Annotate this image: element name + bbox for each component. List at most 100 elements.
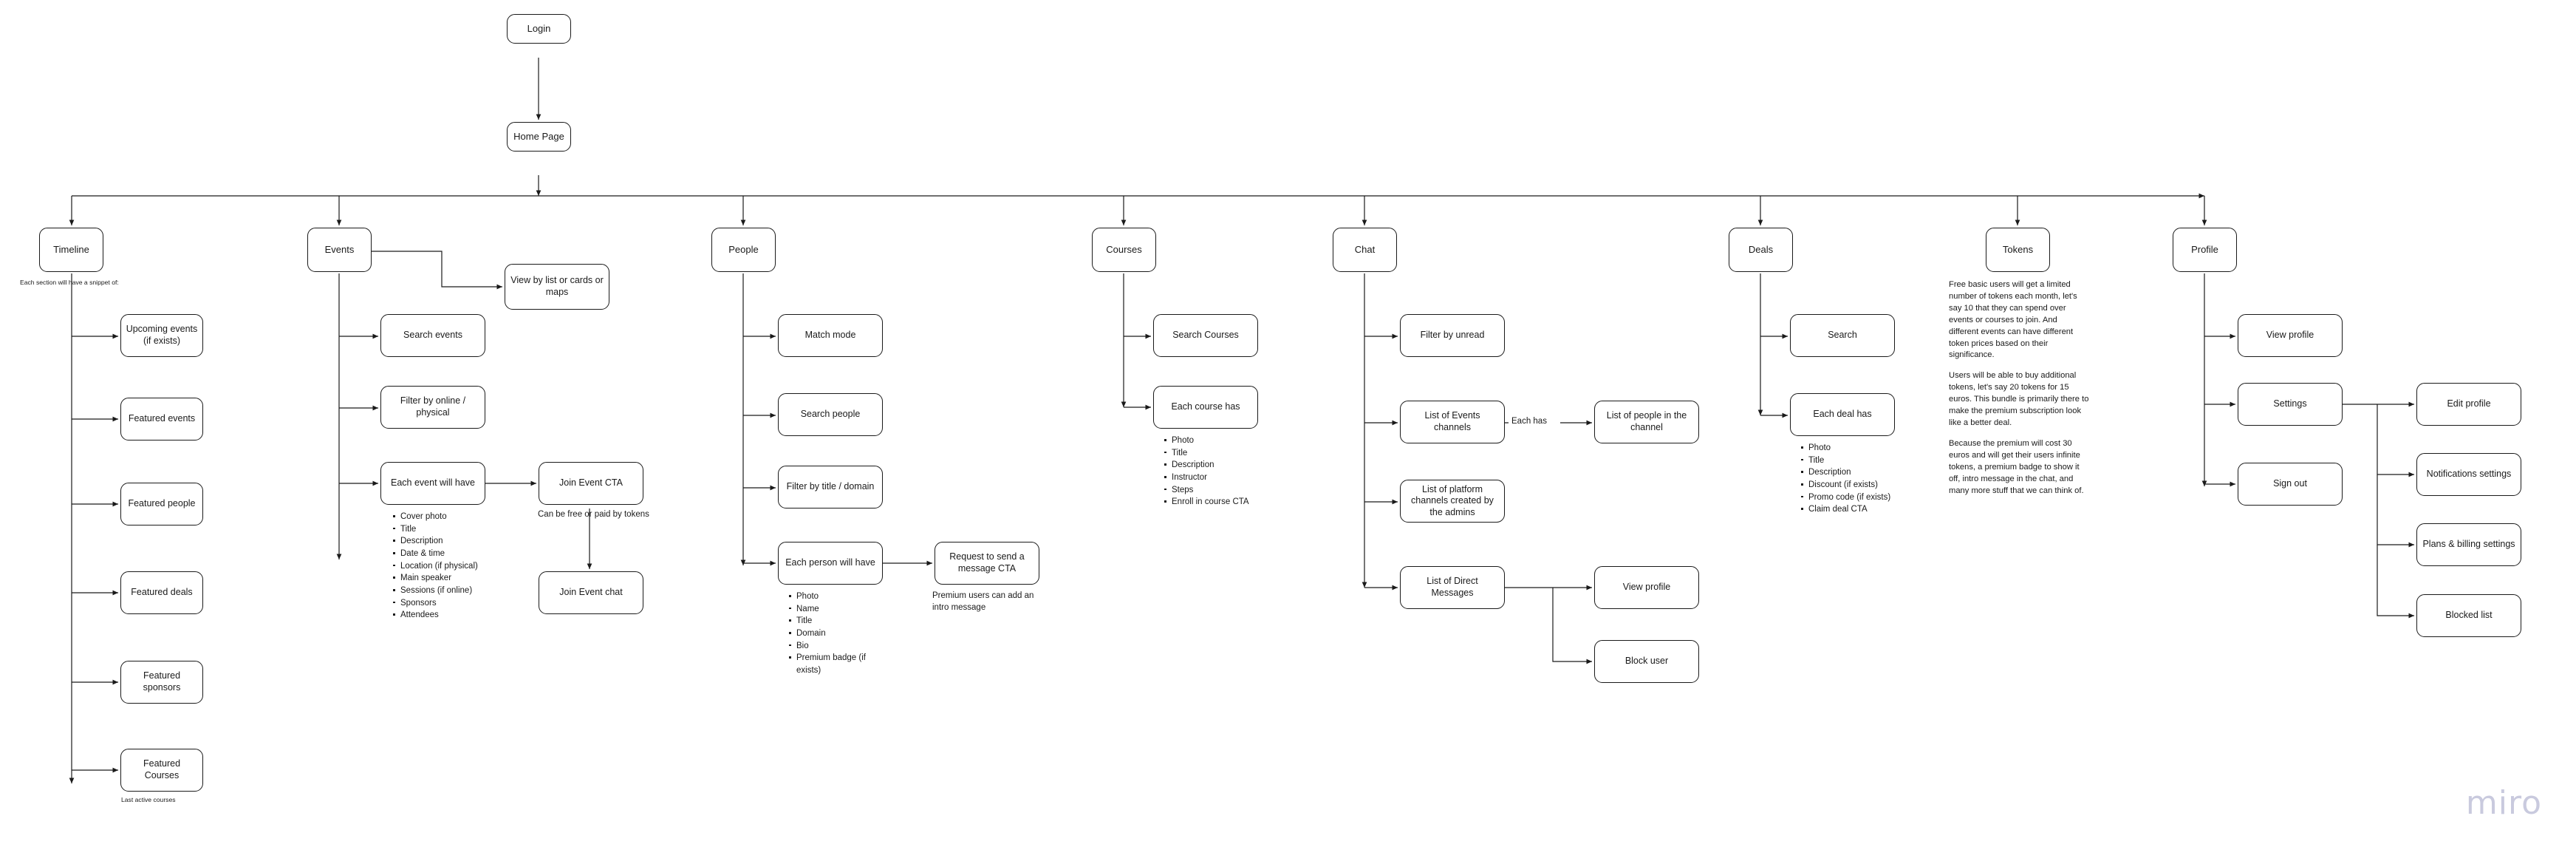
node-login[interactable]: Login [507,14,571,44]
node-plans-billing-settings-label: Plans & billing settings [2422,539,2515,550]
node-people-in-channel[interactable]: List of people in the channel [1594,401,1699,443]
list-item: Bio [789,640,872,653]
node-each-event[interactable]: Each event will have [380,462,485,505]
list-item: Photo [1801,442,1938,455]
node-join-event-chat[interactable]: Join Event chat [539,571,643,614]
node-search-courses-label: Search Courses [1172,330,1239,341]
node-plans-billing-settings[interactable]: Plans & billing settings [2416,523,2521,566]
node-events[interactable]: Events [307,228,372,272]
node-request-message-cta[interactable]: Request to send a message CTA [935,542,1039,585]
each-deal-bullets: Photo Title Description Discount (if exi… [1797,442,1938,516]
node-search-deals[interactable]: Search [1790,314,1895,357]
list-item: Title [393,523,537,536]
node-direct-messages[interactable]: List of Direct Messages [1400,566,1505,609]
list-item: Sessions (if online) [393,585,537,597]
node-deals-label: Deals [1748,243,1774,255]
node-each-person[interactable]: Each person will have [778,542,883,585]
node-sign-out[interactable]: Sign out [2238,463,2343,506]
node-courses[interactable]: Courses [1092,228,1156,272]
node-view-modes-label: View by list or cards or maps [510,275,604,297]
node-chat-view-profile[interactable]: View profile [1594,566,1699,609]
node-search-events-label: Search events [403,330,462,341]
list-item: Title [789,615,872,627]
node-featured-sponsors[interactable]: Featured sponsors [120,661,203,704]
node-join-event-cta[interactable]: Join Event CTA [539,462,643,505]
list-item: Photo [1164,435,1301,447]
node-filter-unread[interactable]: Filter by unread [1400,314,1505,357]
node-search-people-label: Search people [800,409,861,420]
each-course-bullet-list: Photo Title Description Instructor Steps… [1161,435,1301,508]
list-item: Location (if physical) [393,560,537,573]
node-featured-events[interactable]: Featured events [120,398,203,440]
node-view-modes[interactable]: View by list or cards or maps [505,264,609,310]
miro-watermark: miro [2465,784,2542,822]
list-item: Cover photo [393,511,537,523]
node-block-user[interactable]: Block user [1594,640,1699,683]
node-filter-events[interactable]: Filter by online / physical [380,386,485,429]
node-tokens-label: Tokens [2002,243,2034,255]
tokens-paragraph: Free basic users will get a limited numb… [1949,280,2077,360]
node-filter-people[interactable]: Filter by title / domain [778,466,883,508]
node-featured-people[interactable]: Featured people [120,483,203,525]
node-each-course[interactable]: Each course has [1153,386,1258,429]
node-settings[interactable]: Settings [2238,383,2343,426]
node-edit-profile[interactable]: Edit profile [2416,383,2521,426]
node-home-page[interactable]: Home Page [507,122,571,152]
join-cta-note: Can be free or paid by tokens [538,510,649,519]
node-join-event-cta-label: Join Event CTA [559,477,623,489]
each-person-bullets: Photo Name Title Domain Bio Premium badg… [785,591,872,677]
node-deals[interactable]: Deals [1729,228,1793,272]
node-chat-label: Chat [1354,243,1376,255]
list-item: Steps [1164,484,1301,497]
node-search-people[interactable]: Search people [778,393,883,436]
request-cta-note: Premium users can add an intro message [932,591,1034,612]
node-search-courses[interactable]: Search Courses [1153,314,1258,357]
list-item: Name [789,603,872,616]
list-item: Description [393,535,537,548]
tokens-paragraph: Because the premium will cost 30 euros a… [1949,438,2084,495]
node-tokens[interactable]: Tokens [1986,228,2050,272]
node-featured-deals[interactable]: Featured deals [120,571,203,614]
node-timeline[interactable]: Timeline [39,228,103,272]
node-match-mode[interactable]: Match mode [778,314,883,357]
tokens-paragraph: Users will be able to buy additional tok… [1949,371,2089,427]
node-search-events[interactable]: Search events [380,314,485,357]
node-each-deal[interactable]: Each deal has [1790,393,1895,436]
node-upcoming-events[interactable]: Upcoming events (if exists) [120,314,203,357]
node-block-user-label: Block user [1624,656,1669,667]
list-item: Premium badge (if exists) [789,652,872,676]
list-item: Description [1801,466,1938,479]
list-item: Domain [789,627,872,640]
node-home-page-label: Home Page [513,130,564,142]
each-person-bullet-list: Photo Name Title Domain Bio Premium badg… [785,591,872,677]
node-people-label: People [728,243,759,255]
list-item: Enroll in course CTA [1164,496,1301,508]
node-featured-courses[interactable]: Featured Courses [120,749,203,792]
each-event-bullet-list: Cover photo Title Description Date & tim… [389,511,537,622]
node-profile[interactable]: Profile [2173,228,2237,272]
list-item: Date & time [393,548,537,560]
node-blocked-list-label: Blocked list [2445,610,2493,621]
node-featured-events-label: Featured events [128,413,196,424]
list-item: Attendees [393,609,537,622]
node-filter-people-label: Filter by title / domain [786,481,875,492]
list-item: Title [1801,455,1938,467]
node-notifications-settings[interactable]: Notifications settings [2416,453,2521,496]
node-match-mode-label: Match mode [804,330,856,341]
list-item: Main speaker [393,572,537,585]
timeline-footnote: Last active courses [121,796,176,803]
node-platform-channels[interactable]: List of platform channels created by the… [1400,480,1505,523]
node-people[interactable]: People [711,228,776,272]
node-chat[interactable]: Chat [1333,228,1397,272]
node-events-channels[interactable]: List of Events channels [1400,401,1505,443]
node-each-deal-label: Each deal has [1813,409,1872,420]
list-item: Photo [789,591,872,603]
list-item: Claim deal CTA [1801,503,1938,516]
node-sign-out-label: Sign out [2273,478,2307,489]
node-view-profile-label: View profile [2266,330,2314,341]
node-timeline-label: Timeline [53,243,89,255]
node-view-profile[interactable]: View profile [2238,314,2343,357]
node-blocked-list[interactable]: Blocked list [2416,594,2521,637]
node-featured-people-label: Featured people [128,498,196,509]
node-profile-label: Profile [2191,243,2218,255]
